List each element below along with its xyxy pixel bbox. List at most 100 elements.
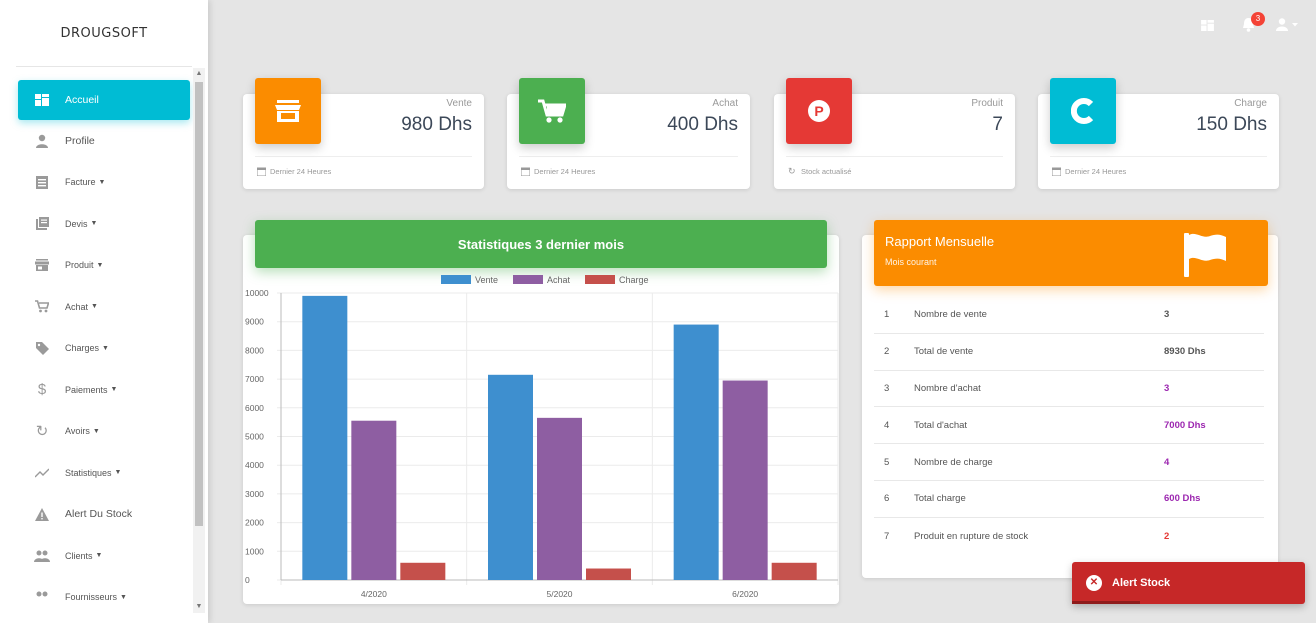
bar-vente-4-2020 [302,295,348,580]
sidebar-item-facture[interactable]: Facture ▼ [18,162,190,204]
bar-achat-5-2020 [537,417,582,580]
caret-down-icon: ▼ [102,344,109,352]
x-tick-label: 5/2020 [547,589,573,599]
row-number: 4 [884,419,890,431]
person-icon [32,133,52,149]
calendar-icon [257,167,266,176]
row-label: Total charge [914,493,966,505]
legend-label: Charge [619,275,649,285]
brand-logo: DROUGSOFT [60,25,148,41]
divider [786,156,1003,157]
sidebar: DROUGSOFT Accueil Profile Facture ▼ Devis… [0,0,208,623]
bar-vente-6-2020 [673,324,719,580]
row-value: 2 [1164,530,1170,542]
divider [519,156,738,157]
report-title: Rapport Mensuelle [885,234,995,249]
sidebar-item-clients[interactable]: Clients ▼ [18,535,190,577]
sidebar-item-label: Achat [65,301,89,312]
cart-icon [519,78,585,144]
table-row: 4 Total d'achat 7000 Dhs [874,407,1264,445]
legend-swatch [441,275,471,284]
row-value: 8930 Dhs [1164,346,1206,358]
stat-footer: ↻ Stock actualisé [788,167,851,177]
sidebar-item-accueil[interactable]: Accueil [18,80,190,120]
stat-label: Vente [446,98,472,109]
bar-charge-6-2020 [771,562,817,580]
stat-footer-text: Dernier 24 Heures [1065,167,1127,176]
row-value: 7000 Dhs [1164,419,1206,431]
row-number: 6 [884,493,890,505]
dashboard-icon[interactable] [1201,18,1214,34]
row-number: 5 [884,456,890,468]
dashboard-icon [32,92,52,108]
y-tick-label: 6000 [245,403,264,413]
bar-vente-5-2020 [488,374,533,580]
stat-footer-text: Dernier 24 Heures [534,167,596,176]
caret-down-icon: ▼ [110,386,118,394]
scroll-down-icon[interactable]: ▼ [193,601,205,613]
row-value: 4 [1164,456,1170,468]
calendar-icon [521,167,530,176]
sidebar-item-profile[interactable]: Profile [18,120,190,162]
legend-swatch [513,275,543,284]
table-row: 3 Nombre d'achat 3 [874,371,1264,408]
sidebar-item-alert-du-stock[interactable]: Alert Du Stock [18,494,190,536]
y-tick-label: 7000 [245,374,264,384]
invoice-icon [32,174,52,190]
sidebar-item-label: Profile [65,134,95,147]
row-value: 600 Dhs [1164,493,1201,505]
row-value: 3 [1164,382,1170,394]
sidebar-item-label: Facture [65,177,96,188]
sidebar-item-statistiques[interactable]: Statistiques ▼ [18,452,190,494]
sidebar-item-avoirs[interactable]: ↻ Avoirs ▼ [18,411,190,453]
table-row: 1 Nombre de vente 3 [874,297,1264,334]
bar-charge-4-2020 [400,562,446,580]
bar-chart: Vente Achat Charge100009000800070006000500… [245,275,839,599]
stat-value: 150 Dhs [1196,114,1267,135]
row-label: Total d'achat [914,419,968,431]
scroll-up-icon[interactable]: ▲ [193,68,205,80]
notification-badge: 3 [1251,12,1265,26]
flag-icon [1184,233,1226,277]
caret-down-icon: ▼ [92,427,100,435]
stat-label: Achat [712,98,738,109]
stat-footer: Dernier 24 Heures [521,167,595,176]
y-tick-label: 4000 [245,460,264,470]
svg-text:P: P [814,103,823,119]
sidebar-item-achat[interactable]: Achat ▼ [18,286,190,328]
alert-stock-toast[interactable]: ✕ Alert Stock [1072,562,1305,604]
divider [1050,156,1267,157]
y-tick-label: 3000 [245,489,264,499]
legend-swatch [585,275,615,284]
table-row: 5 Nombre de charge 4 [874,444,1264,481]
row-number: 2 [884,346,890,358]
caret-down-icon: ▼ [98,178,106,186]
sidebar-item-label: Produit [65,260,94,271]
scrollbar-thumb[interactable] [195,82,203,526]
stat-value: 7 [992,114,1003,135]
row-label: Nombre de charge [914,456,993,468]
people-icon [32,548,52,564]
x-tick-label: 4/2020 [361,589,387,599]
sidebar-item-devis[interactable]: Devis ▼ [18,203,190,245]
row-number: 7 [884,530,890,542]
sidebar-item-paiements[interactable]: $ Paiements ▼ [18,369,190,411]
cart-icon [32,299,52,315]
sidebar-item-fournisseurs[interactable]: Fournisseurs ▼ [18,577,190,619]
x-tick-label: 6/2020 [732,589,758,599]
sidebar-scrollbar[interactable]: ▲ ▼ [193,68,205,613]
dollar-icon: $ [37,381,47,399]
close-circle-icon[interactable]: ✕ [1086,575,1102,591]
stat-label: Produit [971,98,1003,109]
sidebar-item-label: Fournisseurs [65,592,118,603]
sidebar-item-produit[interactable]: Produit ▼ [18,245,190,287]
report-header: Rapport Mensuelle Mois courant [874,220,1268,286]
sidebar-item-charges[interactable]: Charges ▼ [18,328,190,370]
sidebar-item-label: Charges [65,343,100,354]
stat-footer: Dernier 24 Heures [1052,167,1126,176]
report-subtitle: Mois courant [885,257,937,267]
caret-down-icon: ▼ [96,261,104,269]
refresh-icon: ↻ [35,423,49,441]
stat-value: 400 Dhs [667,114,738,135]
user-menu-icon[interactable] [1276,18,1298,34]
